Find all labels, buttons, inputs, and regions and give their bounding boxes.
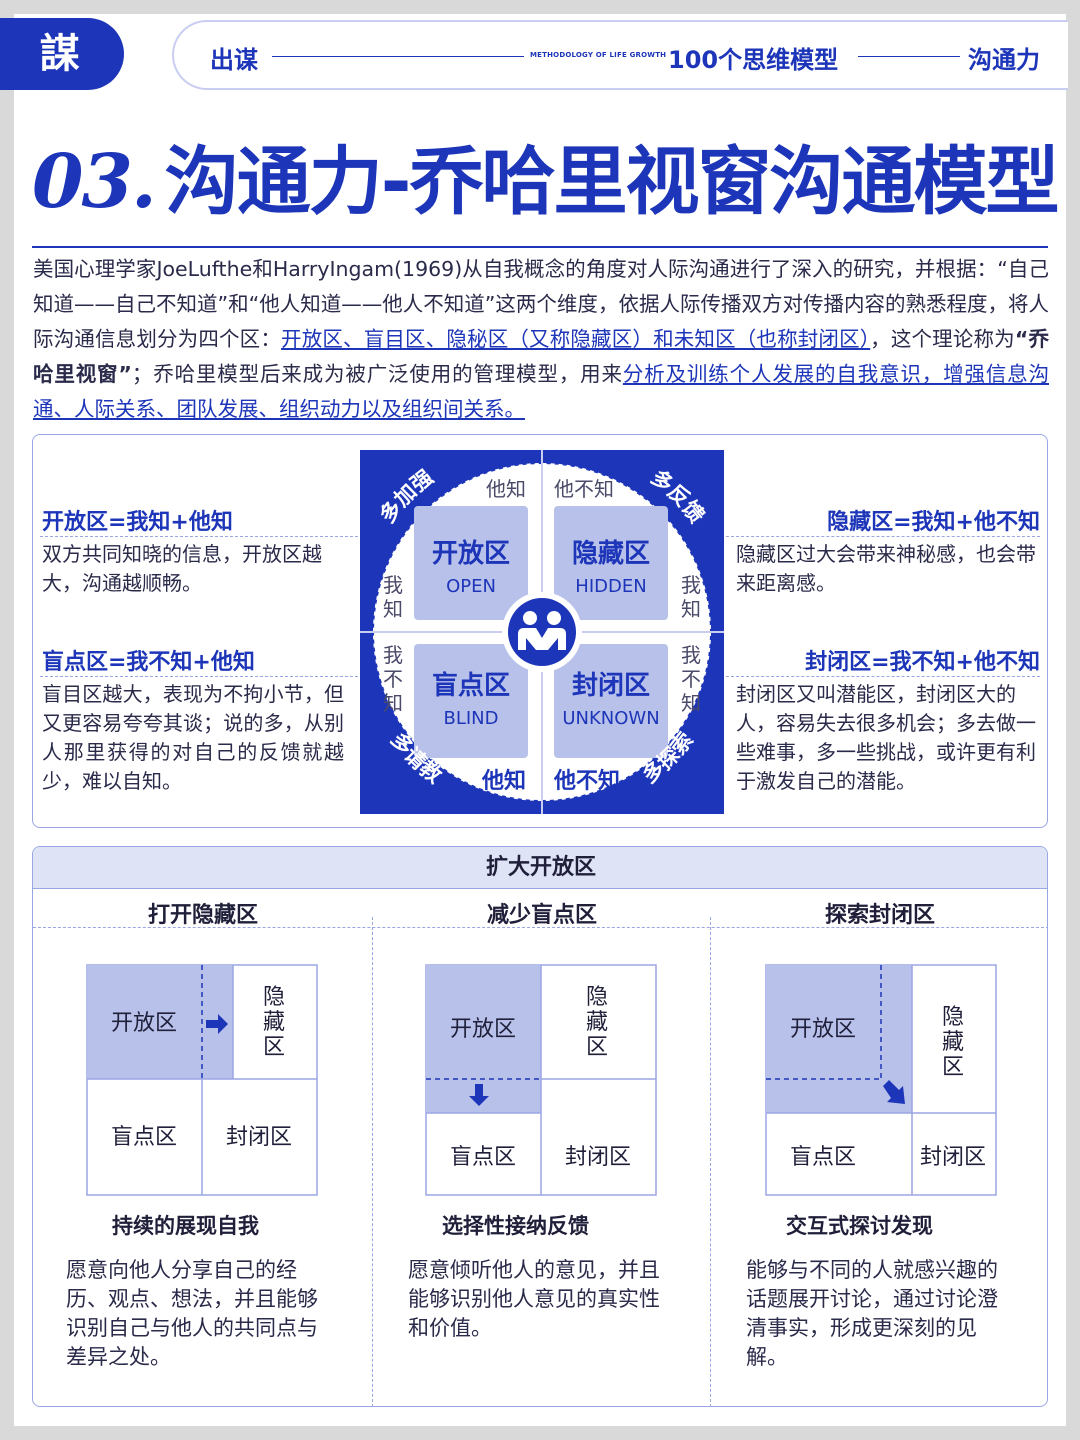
vertical-char: 我 (681, 573, 701, 597)
cell-unknown: 封闭区 (920, 1145, 986, 1170)
cell-hidden: 隐藏区 (263, 985, 285, 1060)
expand-heading: 扩大开放区 (33, 847, 1047, 889)
vertical-char: 知 (383, 691, 403, 715)
column-head: 探索封闭区 (824, 903, 935, 928)
intro-paragraph: 美国心理学家JoeLufthe和HarryIngam(1969)从自我概念的角度… (33, 252, 1049, 427)
cell-blind: 盲点区 (111, 1125, 177, 1150)
cell-unknown: 封闭区 (565, 1145, 631, 1170)
cell-hidden: 隐藏区 (942, 1005, 964, 1080)
title-number: 03. (32, 139, 157, 225)
intro-text: ，这个理论称为 (870, 327, 1015, 351)
unknown-area-desc: 封闭区又叫潜能区，封闭区大的人，容易失去很多机会；多去做一些难事，多一些挑战，或… (736, 682, 1036, 793)
people-icon (508, 598, 576, 666)
cell-open: 开放区 (111, 1011, 177, 1036)
divider (40, 676, 358, 677)
column-subtitle: 选择性接纳反馈 (442, 1214, 589, 1238)
blind-area-desc: 盲目区越大，表现为不拘小节，但又更容易夸夸其谈；说的多，从别人那里获得的对自己的… (42, 682, 344, 793)
person-head-icon (523, 611, 537, 625)
vertical-char: 不 (681, 667, 701, 691)
cell-blind: 盲点区 (790, 1145, 856, 1170)
open-area-label: 开放区=我知+他知 (42, 510, 233, 535)
others-dont-know-bottom-label: 他不知 (553, 768, 620, 794)
intro-text: ；乔哈里模型后来成为被广泛使用的管理模型，用来 (131, 362, 623, 386)
open-quadrant-en: OPEN (446, 576, 496, 597)
column-subtitle: 交互式探讨发现 (786, 1214, 933, 1238)
unknown-area-label: 封闭区=我不知+他不知 (805, 650, 1040, 675)
cell-hidden: 隐藏区 (586, 985, 608, 1060)
reduce-blind-diagram: 开放区 隐藏区 盲点区 封闭区 (425, 964, 657, 1196)
open-quadrant-title: 开放区 (432, 538, 510, 569)
blind-quadrant (414, 644, 528, 758)
header-divider-line (858, 56, 960, 57)
unknown-quadrant (554, 644, 668, 758)
column-desc: 愿意向他人分享自己的经历、观点、想法，并且能够识别自己与他人的共同点与差异之处。 (66, 1258, 318, 1369)
vertical-char: 知 (383, 597, 403, 621)
others-know-top-label: 他知 (486, 477, 526, 501)
header-methodology: METHODOLOGY OF LIFE GROWTH (530, 51, 667, 59)
vertical-char: 我 (681, 643, 701, 667)
vertical-char: 藏 (586, 1010, 608, 1035)
hidden-area-desc: 隐藏区过大会带来神秘感，也会带来距离感。 (736, 542, 1036, 595)
vertical-char: 区 (942, 1055, 964, 1080)
divider (40, 536, 358, 537)
self-know-right-label: 我知 (681, 573, 701, 621)
column-divider (372, 917, 373, 1406)
column-desc: 愿意倾听他人的意见，并且能够识别他人意见的真实性和价值。 (408, 1258, 660, 1340)
vertical-char: 知 (681, 597, 701, 621)
blind-area-label: 盲点区=我不知+他知 (42, 650, 255, 675)
vertical-char: 隐 (942, 1005, 964, 1030)
divider (726, 676, 1040, 677)
vertical-char: 不 (383, 667, 403, 691)
blind-quadrant-en: BLIND (443, 708, 498, 729)
cell-blind: 盲点区 (450, 1145, 516, 1170)
hidden-quadrant-title: 隐藏区 (572, 539, 650, 569)
header-right-label: 沟通力 (968, 46, 1040, 74)
others-dont-know-top-label: 他不知 (554, 477, 614, 501)
vertical-char: 藏 (263, 1010, 285, 1035)
self-know-left-label: 我知 (383, 573, 403, 621)
johari-window-diagram: 开放区 OPEN 隐藏区 HIDDEN 盲点区 BLIND 封闭区 UNKNOW… (360, 450, 724, 814)
header-divider-line (272, 56, 524, 57)
cell-open: 开放区 (790, 1017, 856, 1042)
column-divider (710, 917, 711, 1406)
page-title: 03. 沟通力-乔哈里视窗沟通模型 (32, 122, 1062, 225)
logo-glyph: 謀 (39, 31, 80, 77)
hidden-quadrant-en: HIDDEN (575, 576, 646, 597)
column-subtitle: 持续的展现自我 (112, 1214, 259, 1238)
unknown-quadrant-title: 封闭区 (572, 671, 650, 701)
header-left-label: 出谋 (210, 46, 258, 74)
cell-unknown: 封闭区 (226, 1125, 292, 1150)
title-rule (32, 246, 1048, 248)
header-bar: 出谋 METHODOLOGY OF LIFE GROWTH 100个思维模型 沟… (172, 20, 1068, 90)
vertical-char: 我 (383, 643, 403, 667)
intro-underline: 开放区、盲目区、隐秘区（又称隐藏区）和未知区（也称封闭区） (281, 327, 871, 351)
divider (33, 927, 1047, 928)
hidden-area-label: 隐藏区=我知+他不知 (827, 510, 1040, 535)
person-head-icon (547, 611, 561, 625)
self-dont-know-left-label: 我不知 (383, 643, 403, 715)
column-desc: 能够与不同的人就感兴趣的话题展开讨论，通过讨论澄清事实，形成更深刻的见解。 (746, 1258, 998, 1369)
cell-open: 开放区 (450, 1017, 516, 1042)
vertical-char: 我 (383, 573, 403, 597)
vertical-char: 隐 (263, 985, 285, 1010)
header-center-label: 100个思维模型 (668, 46, 839, 74)
column-head: 打开隐藏区 (147, 903, 258, 928)
divider (726, 536, 1040, 537)
vertical-char: 知 (681, 691, 701, 715)
brand-logo: 謀 (0, 18, 124, 90)
explore-unknown-diagram: 开放区 隐藏区 盲点区 封闭区 (765, 964, 997, 1196)
vertical-char: 区 (263, 1035, 285, 1060)
blind-quadrant-title: 盲点区 (432, 670, 510, 701)
column-head: 减少盲点区 (486, 903, 597, 928)
others-know-bottom-label: 他知 (481, 768, 526, 794)
open-hidden-diagram: 开放区 隐藏区 盲点区 封闭区 (86, 964, 318, 1196)
open-area-desc: 双方共同知晓的信息，开放区越大，沟通越顺畅。 (42, 542, 322, 595)
vertical-char: 藏 (942, 1030, 964, 1055)
title-text: 沟通力-乔哈里视窗沟通模型 (164, 139, 1060, 225)
unknown-quadrant-en: UNKNOWN (562, 708, 659, 729)
self-dont-know-right-label: 我不知 (681, 643, 701, 715)
vertical-char: 隐 (586, 985, 608, 1010)
vertical-char: 区 (586, 1035, 608, 1060)
